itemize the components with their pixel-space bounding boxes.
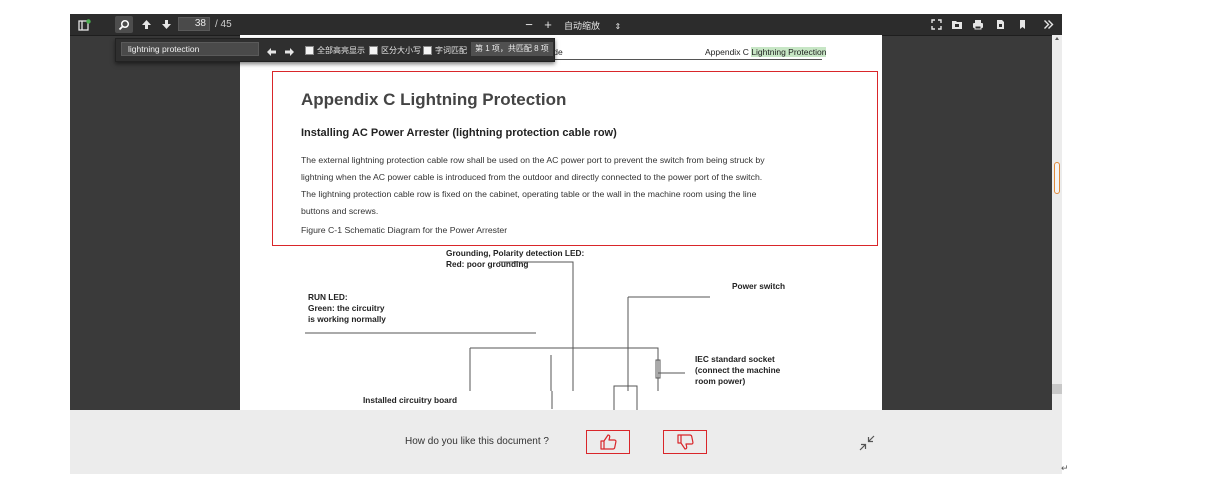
collapse-icon [859, 435, 875, 451]
search-icon [118, 19, 130, 30]
scrollbar-thumb[interactable] [1054, 162, 1060, 194]
page-total: / 45 [215, 19, 232, 30]
zoom-out-button[interactable]: − [522, 16, 536, 33]
whole-word-checkbox[interactable] [423, 46, 432, 55]
page-number-input[interactable]: 38 [178, 17, 210, 31]
bookmark-button[interactable] [1014, 16, 1030, 33]
arrow-up-icon [141, 20, 151, 29]
thumbs-down-icon [677, 434, 694, 450]
zoom-select-label: 自动缩放 [564, 21, 601, 31]
run-led-label-line: Green: the circuitry [308, 303, 385, 313]
feedback-bar: How do you like this document ? [70, 410, 1062, 474]
fullscreen-icon [930, 19, 942, 30]
find-previous-button[interactable] [266, 44, 277, 62]
double-chevron-right-icon [1043, 20, 1053, 29]
chevron-updown-icon: ⇕ [614, 22, 622, 31]
pdf-viewer: 38 / 45 − + 自动缩放 ⇕ Appendix C Lightning … [70, 14, 1062, 410]
open-file-button[interactable] [949, 16, 965, 33]
whole-word-option[interactable]: 字词匹配 [423, 45, 467, 56]
sidebar-toggle-button[interactable] [76, 16, 92, 33]
viewer-toolbar: 38 / 45 − + 自动缩放 ⇕ [70, 14, 1062, 36]
highlight-all-option[interactable]: 全部高亮显示 [305, 45, 365, 56]
grounding-label-line: Grounding, Polarity detection LED: [446, 248, 584, 258]
find-next-button[interactable] [284, 44, 295, 62]
download-icon [996, 20, 1004, 29]
tools-button[interactable] [1040, 16, 1056, 33]
zoom-select[interactable]: 自动缩放 ⇕ [564, 19, 621, 32]
circuit-board-label: Installed circuitry board [363, 395, 457, 405]
iec-socket-label-line: room power) [695, 376, 745, 386]
arrow-right-icon [285, 48, 294, 56]
whole-word-label: 字词匹配 [435, 46, 467, 55]
next-page-button[interactable] [158, 16, 174, 33]
find-input[interactable]: lightning protection [121, 42, 259, 56]
match-case-label: 区分大小写 [381, 46, 421, 55]
run-led-label-line: RUN LED: [308, 292, 348, 302]
folder-open-icon [952, 21, 962, 29]
find-result-count: 第 1 项，共匹配 8 项 [471, 42, 553, 56]
power-arrester-diagram: Grounding, Polarity detection LED: Red: … [305, 248, 785, 410]
thumbs-up-button[interactable] [586, 430, 630, 454]
print-icon [973, 20, 983, 30]
highlight-all-checkbox[interactable] [305, 46, 314, 55]
thumbs-down-button[interactable] [663, 430, 707, 454]
scroll-up-arrow-icon[interactable] [1052, 35, 1062, 43]
scrollbar-marker [1052, 384, 1062, 394]
download-button[interactable] [992, 16, 1008, 33]
print-button[interactable] [970, 16, 986, 33]
arrow-left-icon [267, 48, 276, 56]
find-bar: lightning protection 全部高亮显示 区分大小写 字词匹配 第… [115, 38, 555, 62]
match-case-option[interactable]: 区分大小写 [369, 45, 421, 56]
pdf-page: nce Guide Appendix C Lightning Protectio… [240, 35, 882, 410]
bookmark-icon [1019, 20, 1025, 29]
arrow-down-icon [161, 20, 171, 29]
sidebar-icon [77, 18, 91, 31]
presentation-mode-button[interactable] [928, 16, 944, 33]
thumbs-up-icon [600, 434, 617, 450]
paragraph-return-mark: ↵ [1061, 463, 1069, 473]
feedback-question: How do you like this document ? [405, 436, 549, 447]
vertical-scrollbar[interactable] [1052, 35, 1062, 410]
run-led-label-line: is working normally [308, 314, 386, 324]
grounding-label-line: Red: poor grounding [446, 259, 529, 269]
iec-socket-label-line: IEC standard socket [695, 354, 775, 364]
match-case-checkbox[interactable] [369, 46, 378, 55]
iec-socket-label-line: (connect the machine [695, 365, 781, 375]
previous-page-button[interactable] [138, 16, 154, 33]
zoom-in-button[interactable]: + [541, 16, 555, 33]
collapse-button[interactable] [858, 434, 876, 457]
highlight-all-label: 全部高亮显示 [317, 46, 365, 55]
power-switch-label: Power switch [732, 281, 785, 291]
find-button[interactable] [115, 16, 133, 33]
